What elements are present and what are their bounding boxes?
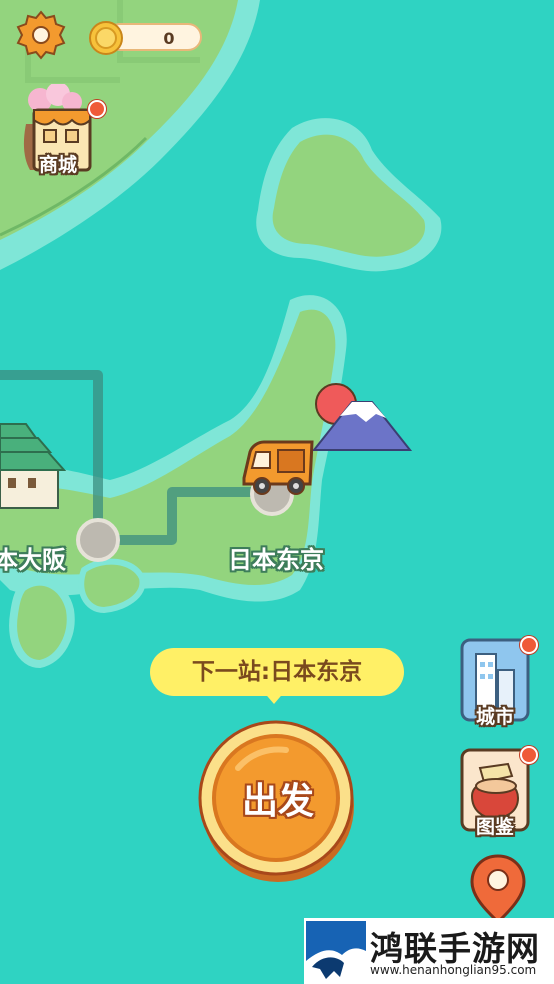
tooltip-tail bbox=[262, 690, 286, 704]
city-menu-label: 城市 bbox=[475, 706, 514, 728]
watermark-url: www.henanhonglian95.com bbox=[370, 963, 537, 977]
depart-button[interactable]: 出发 bbox=[198, 718, 358, 884]
city-label-tokyo[interactable]: 日本东京 bbox=[228, 540, 324, 575]
gear-icon bbox=[16, 10, 66, 60]
depart-label: 出发 bbox=[241, 781, 314, 822]
location-button[interactable] bbox=[466, 852, 532, 925]
guide-menu-button[interactable]: 图鉴 bbox=[460, 746, 540, 842]
settings-button[interactable] bbox=[14, 8, 68, 62]
city-label-osaka[interactable]: 本大阪 bbox=[0, 540, 66, 575]
map-pin-icon bbox=[470, 854, 526, 925]
shop-notification-badge bbox=[88, 100, 106, 118]
coin-value: 0 bbox=[163, 29, 175, 48]
osaka-city-marker bbox=[76, 518, 120, 562]
city-menu-button[interactable]: 城市 bbox=[460, 636, 540, 732]
city-notification-badge bbox=[520, 636, 538, 654]
guide-notification-badge bbox=[520, 746, 538, 764]
coin-icon bbox=[89, 21, 123, 55]
osaka-castle-icon bbox=[0, 423, 67, 509]
shop-label: 商城 bbox=[38, 154, 77, 176]
watermark: 鸿联手游网 www.henanhonglian95.com bbox=[304, 918, 554, 984]
next-stop-tooltip: 下一站:日本东京 bbox=[150, 648, 404, 696]
watermark-logo-icon bbox=[306, 921, 366, 981]
mount-fuji-icon bbox=[311, 383, 413, 451]
game-screen: 0 商城 本大阪 日本东京 下一站:日本东京 出发 城市 图鉴 鸿联手游网 ww… bbox=[0, 0, 554, 984]
guide-menu-label: 图鉴 bbox=[475, 816, 514, 838]
shop-button[interactable]: 商城 bbox=[12, 82, 106, 180]
coin-counter: 0 bbox=[88, 20, 206, 55]
